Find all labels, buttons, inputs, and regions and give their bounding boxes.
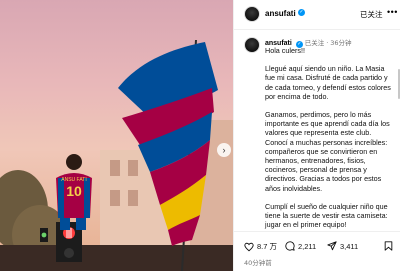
caption-paragraph: Hola culers!! xyxy=(265,46,305,55)
verified-icon: ✓ xyxy=(298,9,305,16)
header-username[interactable]: ansufati xyxy=(265,9,296,18)
bookmark-icon xyxy=(384,241,393,251)
comment-icon xyxy=(285,241,295,251)
shirt-number: 10 xyxy=(66,183,82,199)
celebration-scene: ANSU FATI 10 xyxy=(0,39,233,271)
avatar[interactable] xyxy=(244,37,260,53)
caption-area: ansufati ✓ 已关注 · 36分钟 Hola culers!! Lleg… xyxy=(234,31,400,231)
comment-count: 2,211 xyxy=(298,241,317,251)
caption-paragraph: Ganamos, perdimos, pero lo más important… xyxy=(265,110,390,193)
crowd xyxy=(0,245,233,271)
comment-button[interactable]: 2,211 xyxy=(285,241,316,251)
chevron-right-icon[interactable]: › xyxy=(217,143,231,157)
player-shorts xyxy=(60,218,70,230)
post-timestamp: 40分钟前 xyxy=(244,259,272,267)
share-icon xyxy=(327,241,337,251)
traffic-light-off xyxy=(64,248,74,258)
player-shorts xyxy=(76,218,86,230)
like-count: 8.7 万 xyxy=(257,242,278,251)
like-button[interactable]: 8.7 万 xyxy=(244,241,277,252)
caption-text: Hola culers!! Llegué aquí siendo un niño… xyxy=(265,46,396,231)
share-count: 3,411 xyxy=(340,241,359,251)
avatar[interactable] xyxy=(244,6,260,22)
traffic-light-green xyxy=(41,232,47,238)
post-photo[interactable]: ANSU FATI 10 › xyxy=(0,0,233,271)
save-button[interactable] xyxy=(384,241,393,251)
post-header: ansufati ✓ 已关注 ••• xyxy=(234,0,400,30)
player-shirt-stripe xyxy=(84,178,90,218)
post-details-panel: ansufati ✓ 已关注 ••• ansufati ✓ 已关注 · 36分钟… xyxy=(233,0,400,271)
building-window xyxy=(128,160,138,176)
ellipsis-icon[interactable]: ••• xyxy=(387,7,398,17)
heart-icon xyxy=(244,242,254,251)
share-button[interactable]: 3,411 xyxy=(327,241,358,251)
player-head xyxy=(66,154,82,170)
action-bar: 8.7 万 2,211 3,411 40分钟前 xyxy=(234,231,400,271)
building-window xyxy=(110,190,120,206)
caption-paragraph: Llegué aquí siendo un niño. La Masia fue… xyxy=(265,64,391,101)
caption-paragraph: Cumplí el sueño de cualquier niño que ti… xyxy=(265,201,388,230)
building-window xyxy=(110,160,120,176)
building-window xyxy=(128,190,138,206)
follow-status[interactable]: 已关注 xyxy=(360,9,383,20)
player-shirt-stripe xyxy=(58,178,64,218)
